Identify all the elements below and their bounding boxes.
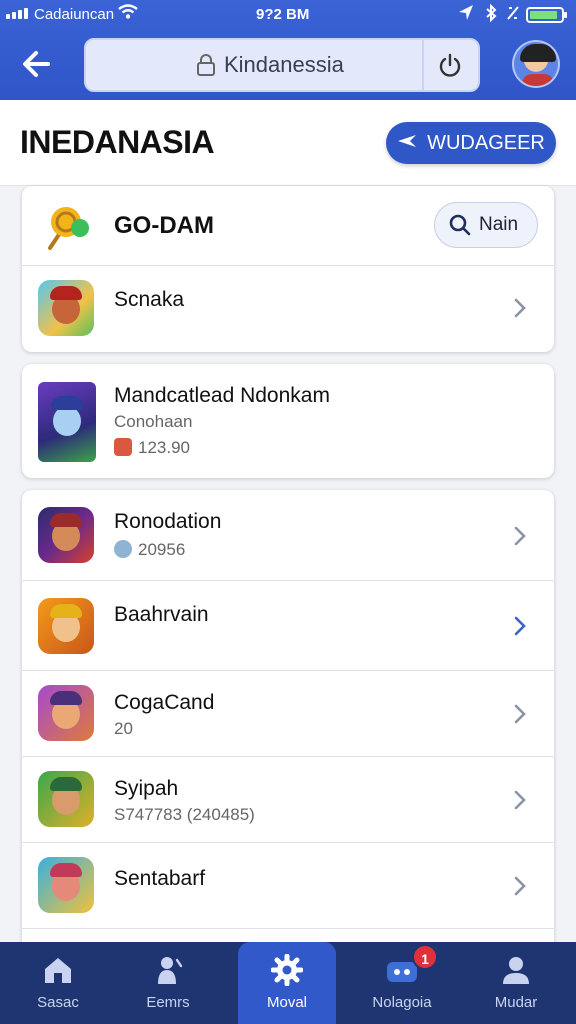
nav-main-label: Moval	[266, 994, 307, 1011]
address-bar	[84, 38, 480, 92]
primary-action-label: WUDAGEER	[427, 131, 545, 154]
app-icon	[38, 771, 94, 827]
wifi-icon	[118, 4, 138, 25]
product-title: Mandcatlead Ndonkam	[114, 384, 330, 407]
list-item[interactable]: Sentabarf	[22, 843, 554, 929]
chevron-right-icon	[514, 526, 526, 546]
notification-badge: 1	[412, 944, 438, 970]
coin-icon	[114, 540, 132, 558]
nav-notifications[interactable]: 1 Nolagoia	[352, 942, 452, 1024]
url-input[interactable]	[86, 40, 422, 90]
battery-level	[530, 11, 557, 19]
list-item[interactable]: Ronodation 20956	[22, 490, 554, 581]
candy-logo-icon	[42, 204, 94, 252]
data-icon	[506, 4, 520, 26]
search-label: Nain	[479, 214, 519, 235]
app-icon	[38, 857, 94, 913]
app-icon-hat	[50, 777, 82, 791]
avatar-hat	[520, 44, 556, 62]
arrow-left-icon	[23, 51, 50, 77]
nav-main[interactable]: Moval	[238, 942, 336, 1024]
list-item-title: Sentabarf	[114, 867, 206, 890]
nav-notifications-label: Nolagoia	[372, 994, 432, 1011]
chevron-right-icon	[514, 704, 526, 724]
nav-home[interactable]: Sasac	[8, 942, 108, 1024]
search-button[interactable]: Nain	[434, 202, 538, 248]
gear-icon	[271, 954, 303, 986]
carrier-name: Cadaiuncan	[34, 6, 115, 23]
card-header-row: GO-DAM Nain	[22, 186, 554, 266]
list-item-title: CogaCand	[114, 691, 215, 714]
list-item-title: Syipah	[114, 777, 179, 800]
location-icon	[458, 4, 474, 26]
bluetooth-icon	[484, 3, 498, 26]
primary-action-button[interactable]: WUDAGEER	[386, 122, 556, 164]
home-icon	[45, 958, 71, 983]
product-card[interactable]: Mandcatlead Ndonkam Conohaan 123.90	[22, 364, 554, 478]
chevron-right-icon	[514, 876, 526, 896]
list-item[interactable]: Baahrvain	[22, 581, 554, 671]
app-icon	[38, 280, 94, 336]
brand-name: GO-DAM	[114, 212, 214, 239]
product-price: 123.90	[114, 438, 190, 458]
chevron-right-icon	[514, 790, 526, 810]
chevron-right-icon	[514, 298, 526, 318]
product-subtitle: Conohaan	[114, 412, 193, 431]
back-button[interactable]	[18, 44, 58, 84]
status-bar: Cadaiuncan 9?2 BM	[0, 3, 576, 26]
list-item-title: Baahrvain	[114, 603, 209, 626]
avatar[interactable]	[512, 40, 560, 88]
list-item-subtitle: 20	[114, 719, 133, 738]
chevron-right-icon	[514, 616, 526, 636]
nav-events[interactable]: Eemrs	[118, 942, 218, 1024]
app-icon-hat	[50, 513, 82, 527]
app-list: Ronodation 20956 Baahrvain CogaCand 20 S…	[22, 490, 554, 960]
avatar-shirt	[522, 74, 554, 86]
list-item[interactable]: Scnaka	[22, 266, 554, 352]
featured-card: GO-DAM Nain Scnaka	[22, 186, 554, 352]
app-icon	[38, 507, 94, 563]
divider	[422, 40, 424, 90]
app-icon-hat	[50, 863, 82, 877]
search-icon	[449, 214, 471, 236]
nav-profile[interactable]: Mudar	[466, 942, 566, 1024]
battery-icon	[526, 7, 567, 23]
bottom-navigation: Sasac Eemrs Moval 1 Nolagoia Mudar	[0, 942, 576, 1024]
list-item-title: Scnaka	[114, 288, 185, 311]
price-tag-icon	[114, 438, 132, 456]
price-value: 123.90	[138, 438, 190, 457]
page-title: INEDANASIA	[20, 124, 215, 160]
clock: 9?2 BM	[256, 6, 310, 23]
product-hat	[51, 396, 83, 410]
person-wave-icon	[158, 957, 183, 984]
app-icon-hat	[50, 691, 82, 705]
list-item-title: Ronodation	[114, 510, 222, 533]
send-icon	[397, 133, 417, 154]
user-icon	[503, 957, 529, 984]
signal-icon	[6, 8, 28, 19]
app-icon	[38, 598, 94, 654]
app-icon	[38, 685, 94, 741]
nav-profile-label: Mudar	[494, 994, 538, 1011]
list-item-subtitle-text: 20956	[138, 540, 186, 559]
list-item-subtitle: S747783 (240485)	[114, 805, 255, 824]
list-item[interactable]: Syipah S747783 (240485)	[22, 757, 554, 843]
app-icon-hat	[50, 286, 82, 300]
list-item-subtitle: 20956	[114, 540, 185, 560]
product-image	[38, 382, 96, 462]
top-app-bar: Cadaiuncan 9?2 BM	[0, 0, 576, 100]
nav-events-label: Eemrs	[146, 994, 190, 1011]
app-icon-hat	[50, 604, 82, 618]
nav-home-label: Sasac	[37, 994, 79, 1011]
list-item[interactable]: CogaCand 20	[22, 671, 554, 757]
product-character	[53, 406, 81, 436]
power-icon[interactable]	[436, 52, 464, 80]
page-header: INEDANASIA WUDAGEER	[0, 100, 576, 186]
